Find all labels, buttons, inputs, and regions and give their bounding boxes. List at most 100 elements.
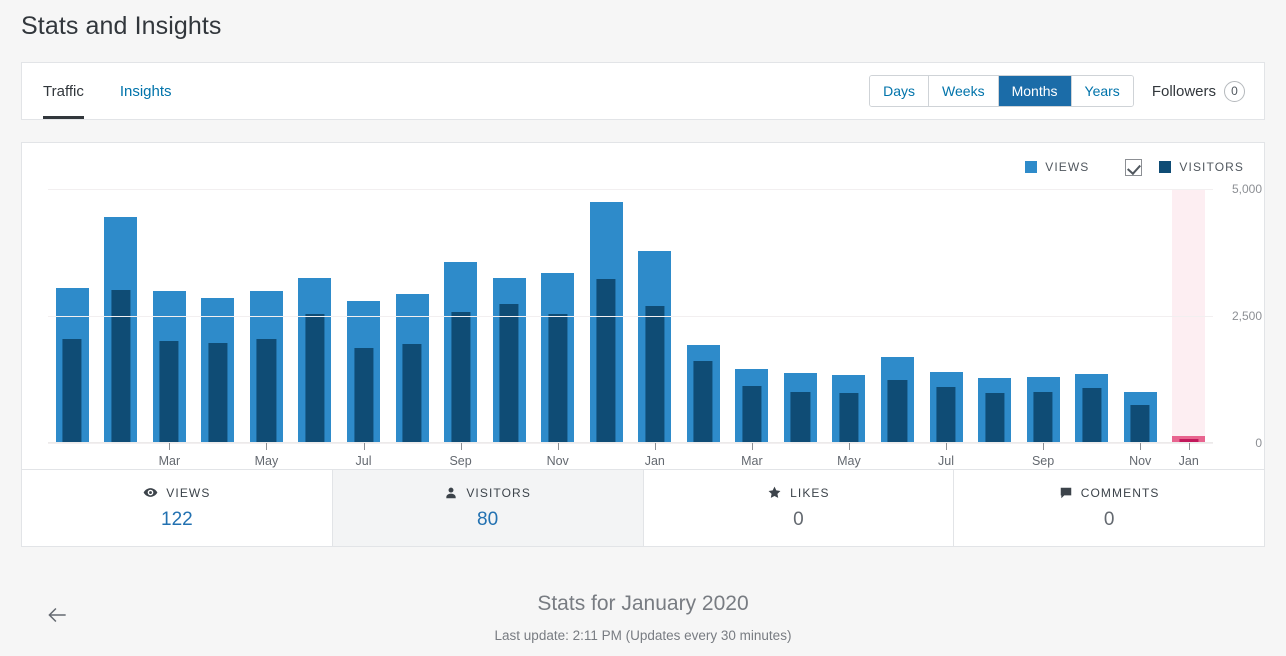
x-axis-tick (363, 443, 365, 450)
stat-cell-visitors[interactable]: VISITORS 80 (332, 470, 644, 546)
plot-canvas (48, 189, 1213, 444)
summary-stats-row: VIEWS 122 VISITORS 80 LIKES 0 COMMENTS 0 (22, 469, 1264, 546)
tab-bar-controls: Days Weeks Months Years Followers 0 (869, 63, 1264, 119)
x-axis-tick (169, 443, 171, 450)
legend-item-views[interactable]: VIEWS (1025, 160, 1089, 174)
y-axis-tick-label: 5,000 (1231, 182, 1262, 196)
comment-icon (1059, 486, 1073, 500)
x-axis-tick (1188, 443, 1190, 450)
bar-visitors (742, 385, 762, 443)
stats-page: Stats and Insights Traffic Insights Days W… (0, 0, 1286, 656)
x-axis-tick-label: Jul (938, 454, 955, 468)
tab-insights[interactable]: Insights (102, 63, 190, 119)
bar-visitors (159, 340, 179, 443)
person-icon (444, 486, 458, 500)
stat-cell-likes[interactable]: LIKES 0 (643, 470, 955, 546)
stat-header: VIEWS (143, 485, 210, 500)
bar-visitors (1130, 405, 1150, 443)
bar-visitors (208, 343, 228, 443)
bar-visitors (353, 347, 374, 443)
stat-header: VISITORS (444, 486, 531, 500)
bar-visitors (402, 344, 422, 443)
bar-visitors (790, 392, 810, 443)
stat-header: LIKES (767, 485, 830, 500)
period-button-weeks[interactable]: Weeks (929, 76, 999, 106)
x-axis-tick (654, 443, 656, 450)
bar-visitors (451, 311, 471, 443)
views-swatch-icon (1025, 161, 1038, 173)
bar-visitors (62, 338, 82, 443)
bar-visitors (1033, 391, 1053, 443)
x-axis-tick (460, 443, 462, 450)
page-title: Stats and Insights (21, 12, 222, 40)
bar-visitors (548, 314, 568, 443)
gridline (48, 189, 1213, 190)
period-button-months[interactable]: Months (998, 76, 1072, 106)
stat-label: LIKES (790, 485, 830, 500)
x-axis-tick-label: Jul (355, 454, 372, 468)
bar-visitors (499, 304, 519, 443)
legend-label-visitors: VISITORS (1179, 160, 1244, 174)
bar-visitors (985, 392, 1005, 443)
y-axis-tick-label: 2,500 (1231, 309, 1262, 323)
tab-traffic[interactable]: Traffic (22, 63, 102, 119)
stat-label: VIEWS (166, 485, 211, 500)
stat-cell-comments[interactable]: COMMENTS 0 (954, 470, 1264, 546)
legend-label-views: VIEWS (1045, 160, 1090, 174)
x-axis-tick-label: Mar (158, 454, 181, 468)
stat-value: 80 (477, 508, 499, 530)
stat-label: COMMENTS (1080, 485, 1160, 500)
followers-button[interactable]: Followers 0 (1151, 80, 1245, 102)
bar-visitors (256, 338, 276, 443)
bar-visitors (693, 360, 713, 443)
x-axis-tick-label: Jan (644, 454, 665, 468)
star-icon (767, 485, 782, 500)
stat-cell-views[interactable]: VIEWS 122 (22, 470, 333, 546)
x-axis-tick (1140, 443, 1142, 450)
x-axis-tick-label: Nov (546, 454, 569, 468)
bar-visitors (111, 290, 131, 443)
x-axis-tick-label: May (254, 454, 279, 468)
footer-title: Stats for January 2020 (537, 592, 749, 615)
x-axis-tick (848, 443, 850, 450)
y-axis-tick-label: 0 (1255, 436, 1262, 450)
x-axis-tick-label: Sep (449, 454, 472, 468)
tab-bar-card: Traffic Insights Days Weeks Months Years Fol… (21, 62, 1265, 120)
followers-count-badge: 0 (1224, 80, 1245, 102)
visitors-swatch-icon (1159, 161, 1172, 173)
page-footer: Stats for January 2020 Last update: 2:11… (0, 566, 1286, 656)
footer-subtitle: Last update: 2:11 PM (Updates every 30 m… (494, 628, 792, 643)
chart-card: VIEWS VISITORS 0 2,500 5,000 Mar May Jul Sep N… (21, 142, 1265, 547)
stat-value: 0 (793, 509, 804, 530)
x-axis-tick (751, 443, 753, 450)
chart-plot-area: 0 2,500 5,000 Mar May Jul Sep Nov Jan Mar May Jul S… (22, 182, 1266, 489)
stat-header: COMMENTS (1059, 486, 1160, 500)
x-axis-tick (266, 443, 268, 450)
x-axis-tick-label: Mar (741, 454, 763, 468)
y-axis-labels: 0 2,500 5,000 (1220, 182, 1280, 450)
bar-visitors (936, 387, 956, 443)
stat-label: VISITORS (466, 485, 531, 500)
bar-visitors (596, 279, 616, 443)
gridline (48, 316, 1213, 317)
period-button-years[interactable]: Years (1071, 76, 1133, 106)
period-button-days[interactable]: Days (870, 76, 930, 106)
bar-visitors (839, 393, 859, 443)
eye-icon (143, 485, 158, 500)
tab-list: Traffic Insights (22, 63, 190, 119)
bar-visitors (305, 314, 325, 443)
x-axis-tick-label: Nov (1129, 454, 1152, 468)
visitors-checkbox[interactable] (1125, 158, 1143, 176)
x-axis-tick (1043, 443, 1045, 450)
bar-visitors (1082, 388, 1102, 443)
period-segmented-control[interactable]: Days Weeks Months Years (869, 75, 1134, 107)
legend-item-visitors[interactable]: VISITORS (1125, 158, 1244, 176)
bar-visitors (887, 379, 908, 443)
x-axis-tick-label: Jan (1178, 454, 1199, 468)
bar-visitors (645, 305, 665, 443)
stat-value: 0 (1103, 508, 1115, 530)
x-axis-tick (557, 443, 559, 450)
stat-value: 122 (161, 509, 193, 530)
chart-legend: VIEWS VISITORS (1025, 157, 1244, 177)
followers-label: Followers (1151, 82, 1216, 100)
